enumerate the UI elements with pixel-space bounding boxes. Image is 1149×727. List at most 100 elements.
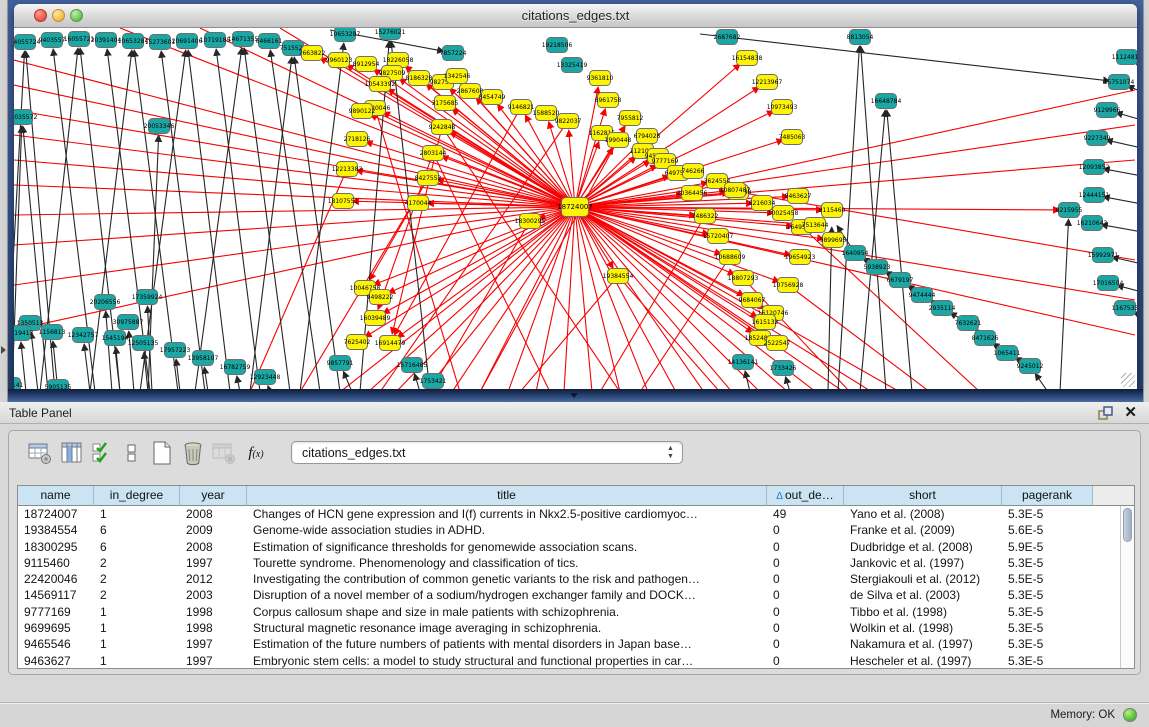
create-table-button[interactable] [149,440,175,466]
graph-node[interactable]: 15992971 [1088,248,1119,263]
graph-node[interactable]: 17359924 [132,290,163,305]
graph-node[interactable]: 9890122 [349,104,376,119]
table-cell[interactable]: 1 [94,636,180,652]
graph-node[interactable]: 12213383 [332,162,363,177]
table-cell[interactable]: 2009 [180,522,247,538]
graph-node[interactable]: 16648784 [871,94,902,109]
graph-edge[interactable] [106,311,112,389]
graph-node[interactable]: 7513644 [802,218,829,233]
graph-node[interactable]: 9463627 [785,189,812,204]
table-cell[interactable]: 19384554 [18,522,94,538]
table-cell[interactable]: 9465546 [18,636,94,652]
graph-edge[interactable] [366,142,575,207]
graph-node[interactable]: 9498222 [367,290,394,305]
graph-node[interactable]: 6466161 [256,34,283,49]
column-header-name[interactable]: name [18,486,94,506]
graph-edge[interactable] [84,344,90,389]
table-cell[interactable]: 2 [94,555,180,571]
table-cell[interactable]: 22420046 [18,571,94,587]
graph-node[interactable]: 6794028 [634,129,661,144]
graph-node[interactable]: 17016504 [1093,276,1124,291]
graph-node[interactable]: 15276021 [375,28,406,40]
table-cell[interactable]: Franke et al. (2009) [844,522,1002,538]
graph-edge[interactable] [365,207,575,337]
graph-node[interactable]: 1342546 [444,69,471,84]
table-cell[interactable]: Nakamura et al. (1997) [844,636,1002,652]
graph-node[interactable]: 9146821 [508,100,535,115]
graph-node[interactable]: 2935114 [929,301,956,316]
graph-node[interactable]: 8454749 [479,90,506,105]
column-header-in_degree[interactable]: in_degree [94,486,180,506]
graph-node[interactable]: 8427552 [415,171,442,186]
table-cell[interactable]: 2 [94,571,180,587]
graph-node[interactable]: 3919413 [14,326,34,341]
table-cell[interactable]: de Silva et al. (2003) [844,587,1002,603]
column-header-pagerank[interactable]: pagerank [1002,486,1093,506]
table-cell[interactable]: 49 [767,506,844,522]
graph-node[interactable]: 13958107 [188,351,219,366]
table-cell[interactable]: 9699695 [18,620,94,636]
graph-node[interactable]: 10756928 [773,278,804,293]
table-row[interactable]: 1872400712008Changes of HCN gene express… [18,506,1120,522]
graph-edge[interactable] [383,112,575,207]
graph-node[interactable]: 14671355 [228,32,259,47]
table-cell[interactable]: 6 [94,539,180,555]
table-cell[interactable]: Estimation of the future numbers of pati… [247,636,767,652]
right-panel-divider[interactable] [1143,0,1149,402]
graph-node[interactable]: 9115460 [819,203,846,218]
graph-node[interactable]: 14035572 [14,110,37,125]
graph-node[interactable]: 6216034 [749,196,776,211]
table-cell[interactable]: 1997 [180,555,247,571]
graph-node[interactable]: 746266 [682,164,705,179]
graph-node[interactable]: 7857224 [440,46,467,61]
graph-node[interactable]: 19654923 [785,250,816,265]
graph-edge[interactable] [216,49,260,389]
table-cell[interactable]: Tibbo et al. (1998) [844,604,1002,620]
graph-edge[interactable] [508,207,575,389]
graph-node[interactable]: 19218506 [542,38,573,53]
table-cell[interactable]: Disruption of a novel member of a sodium… [247,587,767,603]
graph-node[interactable]: 1167533 [1112,301,1137,316]
table-cell[interactable]: 5.3E-5 [1002,604,1093,620]
table-cell[interactable]: 9463627 [18,653,94,668]
column-header-out_de[interactable]: Δout_de… [767,486,844,506]
table-cell[interactable]: 1998 [180,620,247,636]
graph-node[interactable]: 7632621 [955,316,982,331]
graph-edge[interactable] [204,367,208,389]
resize-grip-icon[interactable] [1121,373,1135,387]
graph-node[interactable]: 1640954 [842,246,869,261]
left-panel-divider[interactable] [0,0,8,402]
graph-node[interactable]: 16914479 [375,336,406,351]
table-cell[interactable]: 2012 [180,571,247,587]
graph-node[interactable]: 9227349 [1084,131,1111,146]
table-cell[interactable]: 5.9E-5 [1002,539,1093,555]
graph-node[interactable]: 4170044 [405,196,432,211]
graph-edge[interactable] [1106,140,1137,148]
graph-edge[interactable] [250,57,292,389]
graph-node[interactable]: 6679197 [887,273,914,288]
table-cell[interactable]: 5.3E-5 [1002,653,1093,668]
graph-node[interactable]: 10719185 [200,33,231,48]
graph-node[interactable]: 8215955 [1056,203,1083,218]
table-cell[interactable]: 2 [94,587,180,603]
table-cell[interactable]: 0 [767,522,844,538]
table-cell[interactable]: 1997 [180,636,247,652]
table-cell[interactable]: 0 [767,587,844,603]
column-header-title[interactable]: title [247,486,767,506]
graph-edge[interactable] [161,51,205,389]
panel-collapse-arrow-icon[interactable] [1,346,6,354]
graph-node[interactable]: 2718126 [344,132,371,147]
row-height-button[interactable] [119,440,145,466]
table-cell[interactable]: 1998 [180,604,247,620]
table-cell[interactable]: 5.3E-5 [1002,636,1093,652]
graph-node[interactable]: 1065411 [994,346,1021,361]
graph-node[interactable]: 1990448 [605,133,632,148]
graph-edge[interactable] [1035,373,1048,389]
graph-edge[interactable] [441,156,575,207]
table-cell[interactable]: Investigating the contribution of common… [247,571,767,587]
graph-node[interactable]: 1156813 [39,325,66,340]
graph-node[interactable]: 8186328 [406,71,433,86]
table-row[interactable]: 969969511998Structural magnetic resonanc… [18,620,1120,636]
graph-edge[interactable] [618,276,720,389]
graph-node[interactable]: 16210643 [1077,216,1108,231]
